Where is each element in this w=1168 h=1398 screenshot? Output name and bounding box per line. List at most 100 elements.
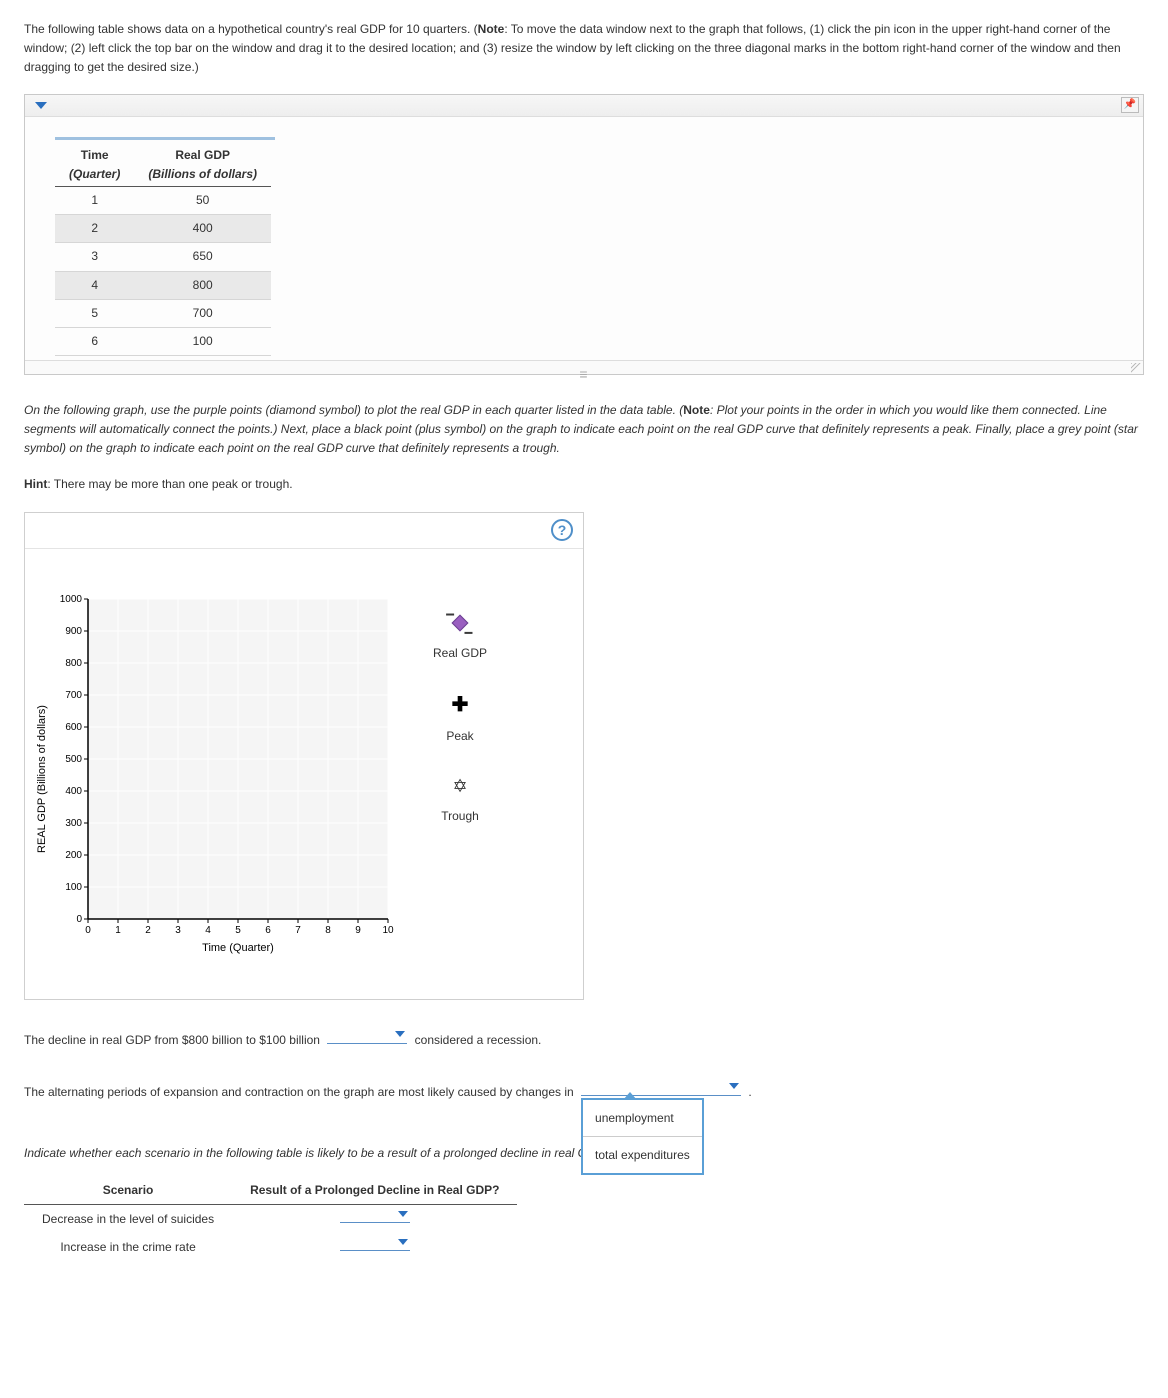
y-axis-label: REAL GDP (Billions of dollars): [36, 705, 48, 853]
plus-icon: ✚: [433, 689, 487, 721]
x-axis-label: Time (Quarter): [202, 942, 274, 954]
pin-icon[interactable]: 📌: [1121, 97, 1139, 113]
data-window-titlebar[interactable]: 📌: [25, 95, 1143, 117]
cell-v: 650: [134, 243, 271, 271]
question-cause: The alternating periods of expansion and…: [24, 1080, 1144, 1104]
cause-dropdown[interactable]: unemployment total expenditures: [581, 1080, 741, 1096]
dropdown-option-unemployment[interactable]: unemployment: [583, 1100, 702, 1137]
graph-panel: ? REAL GDP (Billions of dollars): [24, 512, 584, 1000]
cell-v: 100: [134, 327, 271, 355]
cell-q: 2: [55, 215, 134, 243]
table-row: 3650: [55, 243, 271, 271]
q2-text-a: The alternating periods of expansion and…: [24, 1085, 577, 1099]
svg-text:10: 10: [382, 925, 394, 936]
cell-q: 4: [55, 271, 134, 299]
gdp-col-value-header: Real GDP (Billions of dollars): [134, 142, 271, 187]
hint-label: Hint: [24, 477, 47, 491]
cell-v: 400: [134, 215, 271, 243]
svg-text:9: 9: [355, 925, 361, 936]
svg-text:800: 800: [65, 658, 82, 669]
chevron-down-icon: [398, 1211, 408, 1217]
svg-text:1000: 1000: [60, 594, 83, 605]
dropdown-option-total-expenditures[interactable]: total expenditures: [583, 1137, 702, 1173]
svg-text:4: 4: [205, 925, 211, 936]
svg-text:2: 2: [145, 925, 151, 936]
table-row: Decrease in the level of suicides: [24, 1205, 517, 1234]
svg-text:8: 8: [325, 925, 331, 936]
svg-text:1: 1: [115, 925, 121, 936]
recession-dropdown[interactable]: [327, 1028, 407, 1044]
svg-text:600: 600: [65, 722, 82, 733]
grip-icon[interactable]: ≡: [579, 363, 588, 385]
collapse-caret-icon[interactable]: [35, 102, 47, 109]
diamond-icon: [433, 609, 487, 638]
graph-toolbar: ?: [25, 513, 583, 549]
hint-line: Hint: There may be more than one peak or…: [24, 475, 1144, 494]
star-icon: ✡: [433, 772, 487, 801]
gdp-col-time-line1: Time: [81, 148, 109, 162]
hint-text: : There may be more than one peak or tro…: [47, 477, 292, 491]
chevron-down-icon: [729, 1083, 739, 1089]
scenario-table: Scenario Result of a Prolonged Decline i…: [24, 1177, 517, 1262]
legend-label-realgdp: Real GDP: [433, 644, 487, 663]
scenario-1-dropdown[interactable]: [340, 1209, 410, 1223]
intro-note-label: Note: [478, 22, 505, 36]
scenario-label: Increase in the crime rate: [24, 1233, 232, 1261]
table-row: 4800: [55, 271, 271, 299]
scenario-head-1: Scenario: [24, 1177, 232, 1205]
help-icon[interactable]: ?: [551, 519, 573, 541]
table-row: 6100: [55, 327, 271, 355]
gdp-col-time-line2: (Quarter): [69, 165, 120, 184]
intro-paragraph: The following table shows data on a hypo…: [24, 20, 1144, 78]
legend-label-peak: Peak: [433, 727, 487, 746]
svg-text:5: 5: [235, 925, 241, 936]
svg-text:300: 300: [65, 818, 82, 829]
cause-dropdown-menu: unemployment total expenditures: [581, 1098, 704, 1175]
cell-q: 1: [55, 186, 134, 214]
resize-corner-icon[interactable]: [1129, 361, 1141, 373]
svg-text:500: 500: [65, 754, 82, 765]
instructions-a: On the following graph, use the purple p…: [24, 403, 683, 417]
gdp-table: Time (Quarter) Real GDP (Billions of dol…: [55, 142, 271, 357]
data-window-body: Time (Quarter) Real GDP (Billions of dol…: [25, 117, 1143, 361]
svg-text:0: 0: [76, 914, 82, 925]
table-top-accent: [55, 137, 275, 140]
data-window: 📌 Time (Quarter) Real GDP (Billions of d…: [24, 94, 1144, 376]
svg-text:7: 7: [295, 925, 301, 936]
scenario-2-dropdown[interactable]: [340, 1237, 410, 1251]
svg-text:6: 6: [265, 925, 271, 936]
chart-area[interactable]: REAL GDP (Billions of dollars): [25, 549, 423, 999]
q2-text-b: .: [748, 1085, 751, 1099]
gdp-col-value-line1: Real GDP: [175, 148, 230, 162]
gdp-col-time-header: Time (Quarter): [55, 142, 134, 187]
y-tick-labels: 0 100 200 300 400 500 600 700 800 900 10…: [60, 594, 83, 925]
chevron-down-icon: [395, 1031, 405, 1037]
legend: Real GDP ✚ Peak ✡ Trough: [423, 549, 501, 999]
cell-v: 50: [134, 186, 271, 214]
svg-text:3: 3: [175, 925, 181, 936]
legend-item-peak[interactable]: ✚ Peak: [433, 689, 487, 746]
gdp-col-value-line2: (Billions of dollars): [148, 165, 257, 184]
svg-text:100: 100: [65, 882, 82, 893]
q1-text-a: The decline in real GDP from $800 billio…: [24, 1033, 323, 1047]
resize-bar[interactable]: ≡: [25, 360, 1143, 374]
legend-label-trough: Trough: [433, 807, 487, 826]
cell-q: 3: [55, 243, 134, 271]
svg-text:700: 700: [65, 690, 82, 701]
legend-item-trough[interactable]: ✡ Trough: [433, 772, 487, 826]
scenario-head-2: Result of a Prolonged Decline in Real GD…: [232, 1177, 517, 1205]
instructions-note-label: Note: [683, 403, 710, 417]
plot-instructions: On the following graph, use the purple p…: [24, 401, 1144, 459]
svg-text:200: 200: [65, 850, 82, 861]
svg-text:900: 900: [65, 626, 82, 637]
legend-item-realgdp[interactable]: Real GDP: [433, 609, 487, 663]
x-tick-labels: 0 1 2 3 4 5 6 7 8 9 10: [85, 925, 394, 936]
cell-v: 700: [134, 299, 271, 327]
svg-text:0: 0: [85, 925, 91, 936]
cell-v: 800: [134, 271, 271, 299]
cell-q: 5: [55, 299, 134, 327]
table-row: 5700: [55, 299, 271, 327]
table-row: Increase in the crime rate: [24, 1233, 517, 1261]
chart-svg[interactable]: REAL GDP (Billions of dollars): [33, 579, 413, 979]
q1-text-b: considered a recession.: [415, 1033, 542, 1047]
